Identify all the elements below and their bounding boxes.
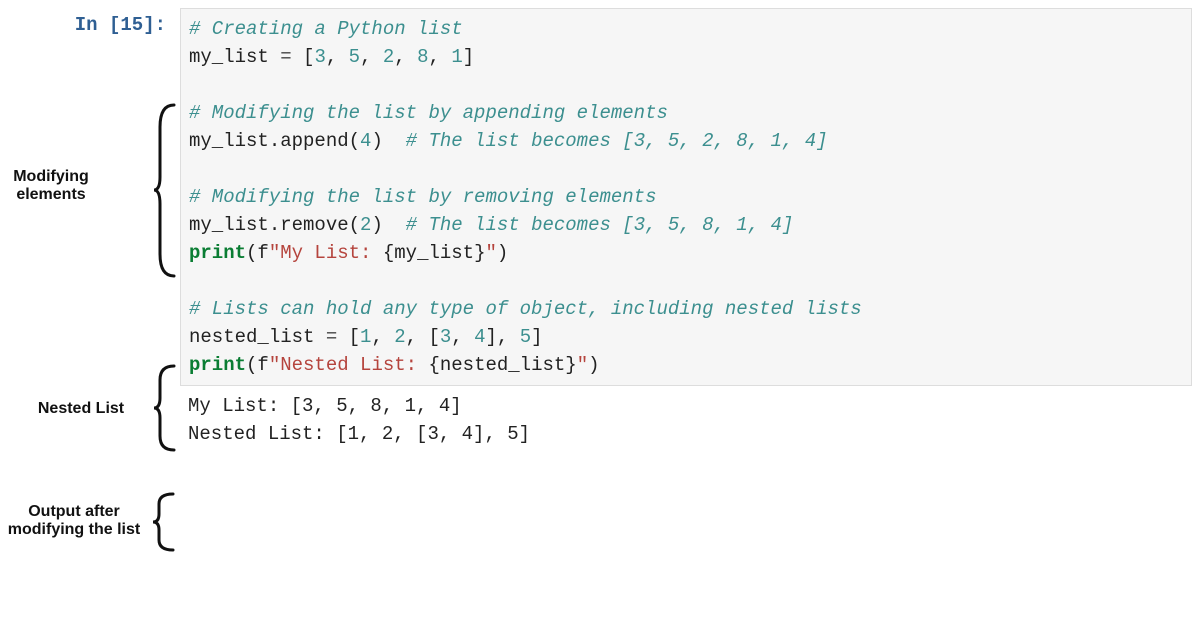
annotation-label: Output after modifying the list <box>0 503 152 540</box>
output-cell: My List: [3, 5, 8, 1, 4] Nested List: [1… <box>8 386 1192 454</box>
input-cell: In [15]: # Creating a Python list my_lis… <box>8 8 1192 386</box>
code-cell[interactable]: # Creating a Python list my_list = [3, 5… <box>180 8 1192 386</box>
code-comment: # Modifying the list by removing element… <box>189 186 656 208</box>
code-comment: # Creating a Python list <box>189 18 463 40</box>
code-text: my_list <box>189 46 280 68</box>
brace-icon <box>153 492 175 552</box>
code-comment: # Lists can hold any type of object, inc… <box>189 298 862 320</box>
code-comment: # Modifying the list by appending elemen… <box>189 102 668 124</box>
output-text: My List: [3, 5, 8, 1, 4] Nested List: [1… <box>180 386 1192 454</box>
annotation-label: Modifying elements <box>5 168 97 205</box>
annotation-label: Nested List <box>28 400 134 418</box>
op-equals: = <box>280 46 291 68</box>
input-prompt: In [15]: <box>75 14 166 36</box>
